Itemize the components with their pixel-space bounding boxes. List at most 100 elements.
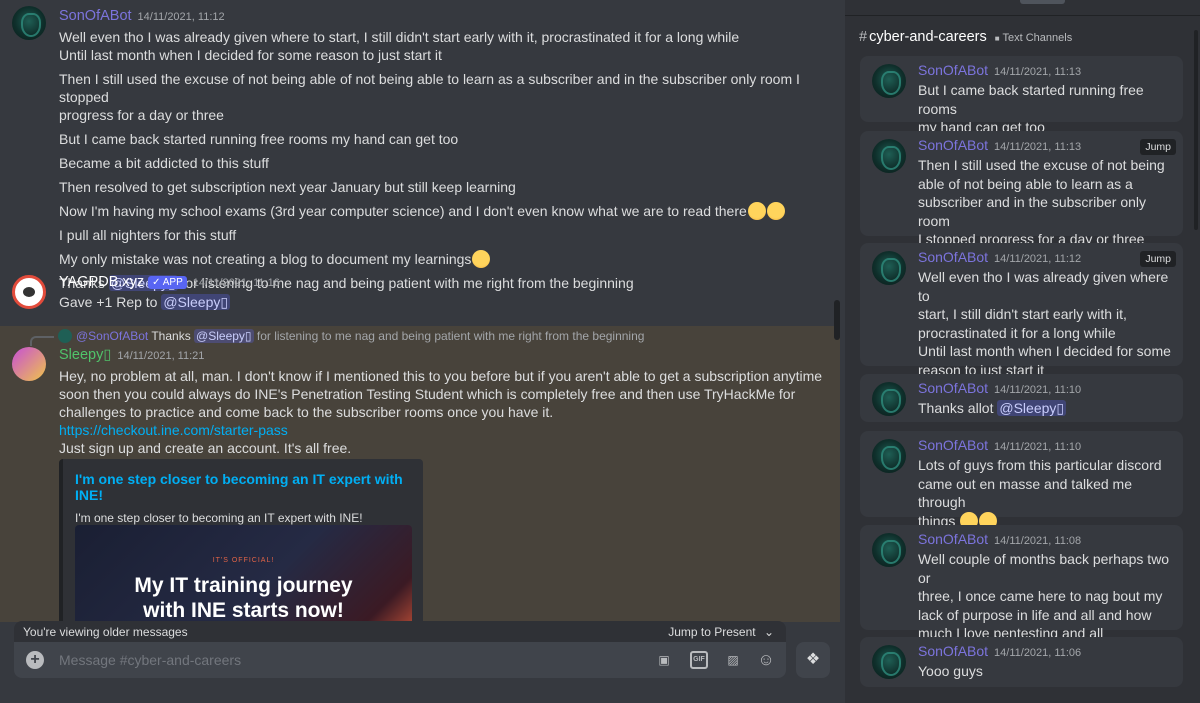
result-card[interactable]: SonOfABot 14/11/2021, 11:10 Thanks allot …: [860, 374, 1183, 422]
message-line: soon then you could always do INE's Pene…: [59, 386, 796, 402]
sticker-icon[interactable]: ▨: [724, 651, 742, 669]
result-card[interactable]: Jump SonOfABot 14/11/2021, 11:13 Then I s…: [860, 131, 1183, 247]
message-timestamp: 14/11/2021, 11:10: [994, 384, 1082, 396]
message-author: SonOfABot: [918, 249, 989, 265]
message-line: Well even tho I was already given where …: [59, 29, 740, 45]
embed-image-headline: My IT training journey with INE starts n…: [75, 573, 412, 623]
panel-top-bar: [845, 0, 1200, 16]
category-label: ■ Text Channels: [995, 32, 1072, 44]
message-line: start, I still didn't start early with i…: [918, 306, 1127, 322]
result-card[interactable]: SonOfABot 14/11/2021, 11:06 Yooo guys: [860, 637, 1183, 687]
chat-scrollbar[interactable]: [834, 300, 840, 340]
result-card[interactable]: SonOfABot 14/11/2021, 11:10 Lots of guys …: [860, 431, 1183, 530]
message-line: But I came back started running free roo…: [59, 131, 459, 147]
apps-icon[interactable]: ❖: [796, 642, 830, 678]
message-timestamp: 14/11/2021, 11:13: [994, 141, 1082, 153]
joy-emoji-icon: [766, 202, 785, 220]
message: SonOfABot 14/11/2021, 11:12 Well even tho…: [0, 7, 840, 296]
message-line: challenges to practice and come back to …: [59, 404, 554, 420]
message-line-text: Now I'm having my school exams (3rd year…: [59, 203, 747, 219]
result-card[interactable]: SonOfABot 14/11/2021, 11:13 But I came ba…: [860, 56, 1183, 135]
result-card[interactable]: Jump SonOfABot 14/11/2021, 11:12 Well eve…: [860, 243, 1183, 378]
message-line: Thanks allot: [918, 400, 994, 416]
avatar: [872, 439, 906, 473]
reply-text: Thanks: [151, 329, 191, 343]
message-composer[interactable]: + Message #cyber-and-careers ▣ GIF ▨ ☺: [14, 642, 786, 678]
message-author[interactable]: SonOfABot: [59, 8, 132, 24]
reply-author[interactable]: @SonOfABot: [76, 329, 148, 343]
message-author: SonOfABot: [918, 531, 989, 547]
app-badge: ✓ APP: [148, 276, 187, 289]
hash-icon: #: [859, 29, 868, 45]
jump-to-present-label: Jump to Present: [668, 625, 756, 639]
jump-button[interactable]: Jump: [1140, 251, 1176, 267]
message: Sleepy▯ 14/11/2021, 11:21 Hey, no problem…: [0, 346, 840, 461]
avatar: [872, 645, 906, 679]
chat-area: SonOfABot 14/11/2021, 11:12 Well even tho…: [0, 0, 840, 703]
panel-header: # cyber-and-careers ■ Text Channels: [859, 29, 1072, 45]
channel-name[interactable]: cyber-and-careers: [869, 29, 987, 45]
category-name: Text Channels: [1002, 32, 1073, 44]
embed-image-headline-line: with INE starts now!: [143, 599, 344, 622]
message-body: Lots of guys from this particular discor…: [918, 456, 1173, 530]
gif-icon[interactable]: GIF: [690, 651, 708, 669]
panel-handle[interactable]: [1020, 0, 1065, 4]
embed-image-kicker: IT'S OFFICIAL!: [212, 557, 275, 564]
user-mention[interactable]: @Sleepy▯: [161, 294, 231, 310]
embed-image-headline-line: My IT training journey: [134, 574, 353, 597]
user-mention[interactable]: @Sleepy▯: [997, 400, 1067, 416]
panel-scrollbar[interactable]: [1194, 30, 1198, 230]
message: YAGPDB.xyz ✓ APP 14/11/2021, 11:16 Gave +1…: [0, 273, 840, 315]
message-line: Lots of guys from this particular discor…: [918, 457, 1162, 473]
message-line: lack of purpose in life and all and how: [918, 606, 1152, 623]
message-author: SonOfABot: [918, 643, 989, 659]
user-mention[interactable]: @Sleepy▯: [194, 329, 254, 343]
message-line: Just sign up and create an account. It's…: [59, 440, 352, 456]
embed-title[interactable]: I'm one step closer to becoming an IT ex…: [75, 471, 411, 503]
embed-image[interactable]: IT'S OFFICIAL! My IT training journey wi…: [75, 525, 412, 629]
message-line: My only mistake was not creating a blog …: [59, 250, 824, 268]
avatar: [872, 533, 906, 567]
avatar: [872, 64, 906, 98]
message-author[interactable]: Sleepy▯: [59, 347, 111, 363]
jump-to-present-button[interactable]: Jump to Present ⌄: [668, 625, 774, 639]
gift-icon[interactable]: ▣: [655, 651, 673, 669]
message-line: Then resolved to get subscription next y…: [59, 179, 516, 195]
emoji-picker-icon[interactable]: ☺: [757, 651, 775, 669]
add-attachment-icon[interactable]: +: [26, 651, 44, 669]
message-line-text: My only mistake was not creating a blog …: [59, 251, 472, 267]
message-line: Now I'm having my school exams (3rd year…: [59, 202, 824, 220]
message-line: Then I still used the excuse of not bein…: [59, 71, 800, 105]
message-author: SonOfABot: [918, 437, 989, 453]
message-timestamp: 14/11/2021, 11:21: [117, 350, 205, 362]
message-timestamp: 14/11/2021, 11:10: [994, 441, 1082, 453]
message-author[interactable]: YAGPDB.xyz: [59, 274, 144, 290]
message-body: Yooo guys: [918, 662, 1173, 681]
message-timestamp: 14/11/2021, 11:16: [192, 277, 280, 289]
message-timestamp: 14/11/2021, 11:12: [994, 253, 1082, 265]
message-line: But I came back started running free roo…: [918, 82, 1144, 117]
message-author: SonOfABot: [918, 380, 989, 396]
message-body: Thanks allot @Sleepy▯: [918, 399, 1173, 418]
reply-preview[interactable]: @SonOfABot Thanks @Sleepy▯ for listening…: [58, 329, 644, 343]
message-line: Well even tho I was already given where …: [918, 269, 1169, 304]
jump-button[interactable]: Jump: [1140, 139, 1176, 155]
message-body: Well couple of months back perhaps two o…: [918, 550, 1173, 643]
avatar: [872, 382, 906, 416]
reply-text: for listening to me nag and being patien…: [256, 329, 645, 343]
message-line: Well couple of months back perhaps two o…: [918, 551, 1170, 586]
result-card[interactable]: SonOfABot 14/11/2021, 11:08 Well couple o…: [860, 525, 1183, 641]
avatar: [872, 139, 906, 173]
message-body: Then I still used the excuse of not bein…: [918, 156, 1173, 249]
message-body: Well even tho I was already given where …: [918, 268, 1173, 379]
message-line: Then I still used the excuse of not bein…: [918, 157, 1165, 173]
message-line: Yooo guys: [918, 663, 983, 679]
message-link[interactable]: https://checkout.ine.com/starter-pass: [59, 421, 824, 439]
message-line: Became a bit addicted to this stuff: [59, 155, 269, 171]
message-timestamp: 14/11/2021, 11:08: [994, 535, 1082, 547]
folder-icon: ■: [994, 34, 1000, 43]
embed-description: I'm one step closer to becoming an IT ex…: [75, 511, 363, 525]
message-author: SonOfABot: [918, 137, 989, 153]
message-line-text: Gave +1 Rep to: [59, 294, 158, 310]
message-input[interactable]: Message #cyber-and-careers: [59, 652, 241, 668]
